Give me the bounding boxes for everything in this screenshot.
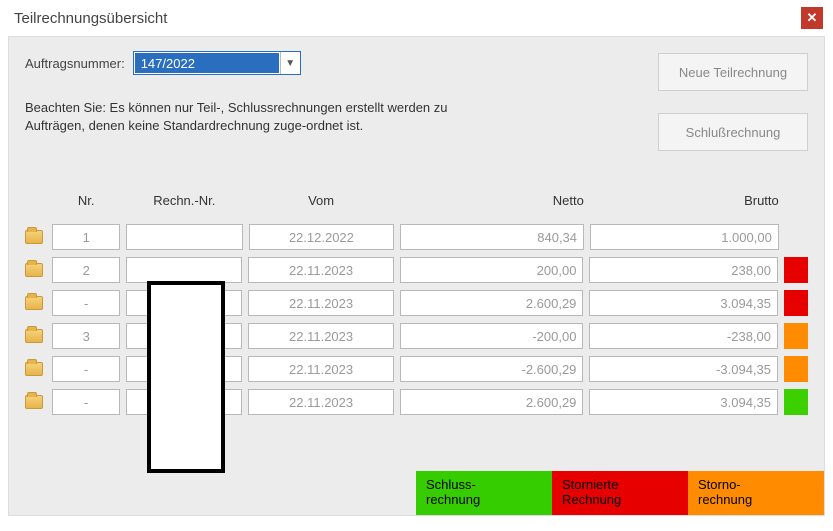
cell-nr: 3 xyxy=(52,323,120,349)
order-number-value: 147/2022 xyxy=(135,53,279,73)
cell-rechnr xyxy=(126,257,242,283)
final-invoice-button[interactable]: Schlußrechnung xyxy=(658,113,808,151)
col-brutto: Brutto xyxy=(590,193,779,208)
cell-vom: 22.11.2023 xyxy=(248,290,393,316)
table-header: Nr. Rechn.-Nr. Vom Netto Brutto xyxy=(25,193,808,208)
cell-rechnr xyxy=(126,323,242,349)
cell-netto: 200,00 xyxy=(400,257,584,283)
cell-nr: - xyxy=(52,389,120,415)
cell-brutto: -3.094,35 xyxy=(589,356,778,382)
cell-rechnr xyxy=(126,389,242,415)
folder-icon[interactable] xyxy=(25,230,43,244)
cell-netto: 840,34 xyxy=(400,224,584,250)
legend-bar: Schluss- rechnung Stornierte Rechnung St… xyxy=(9,471,824,515)
content-panel: Auftragsnummer: 147/2022 ▼ Beachten Sie:… xyxy=(8,36,825,516)
col-rechnr: Rechn.-Nr. xyxy=(126,193,242,208)
cell-vom: 22.11.2023 xyxy=(248,257,393,283)
cell-netto: -200,00 xyxy=(400,323,584,349)
window-title: Teilrechnungsübersicht xyxy=(14,10,167,27)
cell-brutto: 1.000,00 xyxy=(590,224,779,250)
cell-vom: 22.11.2023 xyxy=(248,356,393,382)
table-row[interactable]: - 22.11.2023 2.600,293.094,35 xyxy=(25,290,808,316)
folder-icon[interactable] xyxy=(25,395,43,409)
status-indicator xyxy=(784,257,808,283)
table-row[interactable]: 1 22.12.2022840,341.000,00 xyxy=(25,224,808,250)
folder-icon[interactable] xyxy=(25,263,43,277)
order-number-label: Auftragsnummer: xyxy=(25,56,125,71)
info-note: Beachten Sie: Es können nur Teil-, Schlu… xyxy=(25,99,455,134)
new-partial-invoice-button[interactable]: Neue Teilrechnung xyxy=(658,53,808,91)
cell-nr: 1 xyxy=(52,224,120,250)
status-indicator xyxy=(784,323,808,349)
cell-vom: 22.11.2023 xyxy=(248,389,393,415)
table-row[interactable]: - 22.11.2023 -2.600,29-3.094,35 xyxy=(25,356,808,382)
invoice-table: Nr. Rechn.-Nr. Vom Netto Brutto 1 22.12.2… xyxy=(25,193,808,415)
status-indicator xyxy=(784,356,808,382)
order-number-combo[interactable]: 147/2022 ▼ xyxy=(133,51,301,75)
cell-nr: - xyxy=(52,356,120,382)
folder-icon[interactable] xyxy=(25,329,43,343)
cell-brutto: 3.094,35 xyxy=(589,290,778,316)
cell-vom: 22.12.2022 xyxy=(249,224,394,250)
cell-brutto: -238,00 xyxy=(589,323,778,349)
cell-netto: -2.600,29 xyxy=(400,356,584,382)
folder-icon[interactable] xyxy=(25,296,43,310)
cell-nr: 2 xyxy=(52,257,120,283)
table-row[interactable]: 2 22.11.2023 200,00238,00 xyxy=(25,257,808,283)
legend-schlussrechnung: Schluss- rechnung xyxy=(416,471,552,515)
col-nr: Nr. xyxy=(52,193,120,208)
cell-brutto: 238,00 xyxy=(589,257,778,283)
cell-netto: 2.600,29 xyxy=(400,290,584,316)
table-row[interactable]: 3 22.11.2023 -200,00-238,00 xyxy=(25,323,808,349)
legend-stornierte-rechnung: Stornierte Rechnung xyxy=(552,471,688,515)
chevron-down-icon[interactable]: ▼ xyxy=(280,52,300,74)
cell-nr: - xyxy=(52,290,120,316)
folder-icon[interactable] xyxy=(25,362,43,376)
col-vom: Vom xyxy=(248,193,393,208)
close-icon: ✕ xyxy=(807,10,818,26)
col-netto: Netto xyxy=(400,193,584,208)
cell-rechnr xyxy=(126,290,242,316)
cell-rechnr xyxy=(126,356,242,382)
table-row[interactable]: - 22.11.2023 2.600,293.094,35 xyxy=(25,389,808,415)
cell-brutto: 3.094,35 xyxy=(589,389,778,415)
cell-vom: 22.11.2023 xyxy=(248,323,393,349)
status-indicator xyxy=(784,290,808,316)
cell-netto: 2.600,29 xyxy=(400,389,584,415)
status-indicator xyxy=(784,389,808,415)
legend-stornorechnung: Storno- rechnung xyxy=(688,471,824,515)
close-button[interactable]: ✕ xyxy=(801,7,823,29)
title-bar: Teilrechnungsübersicht ✕ xyxy=(0,0,833,36)
cell-rechnr xyxy=(126,224,242,250)
